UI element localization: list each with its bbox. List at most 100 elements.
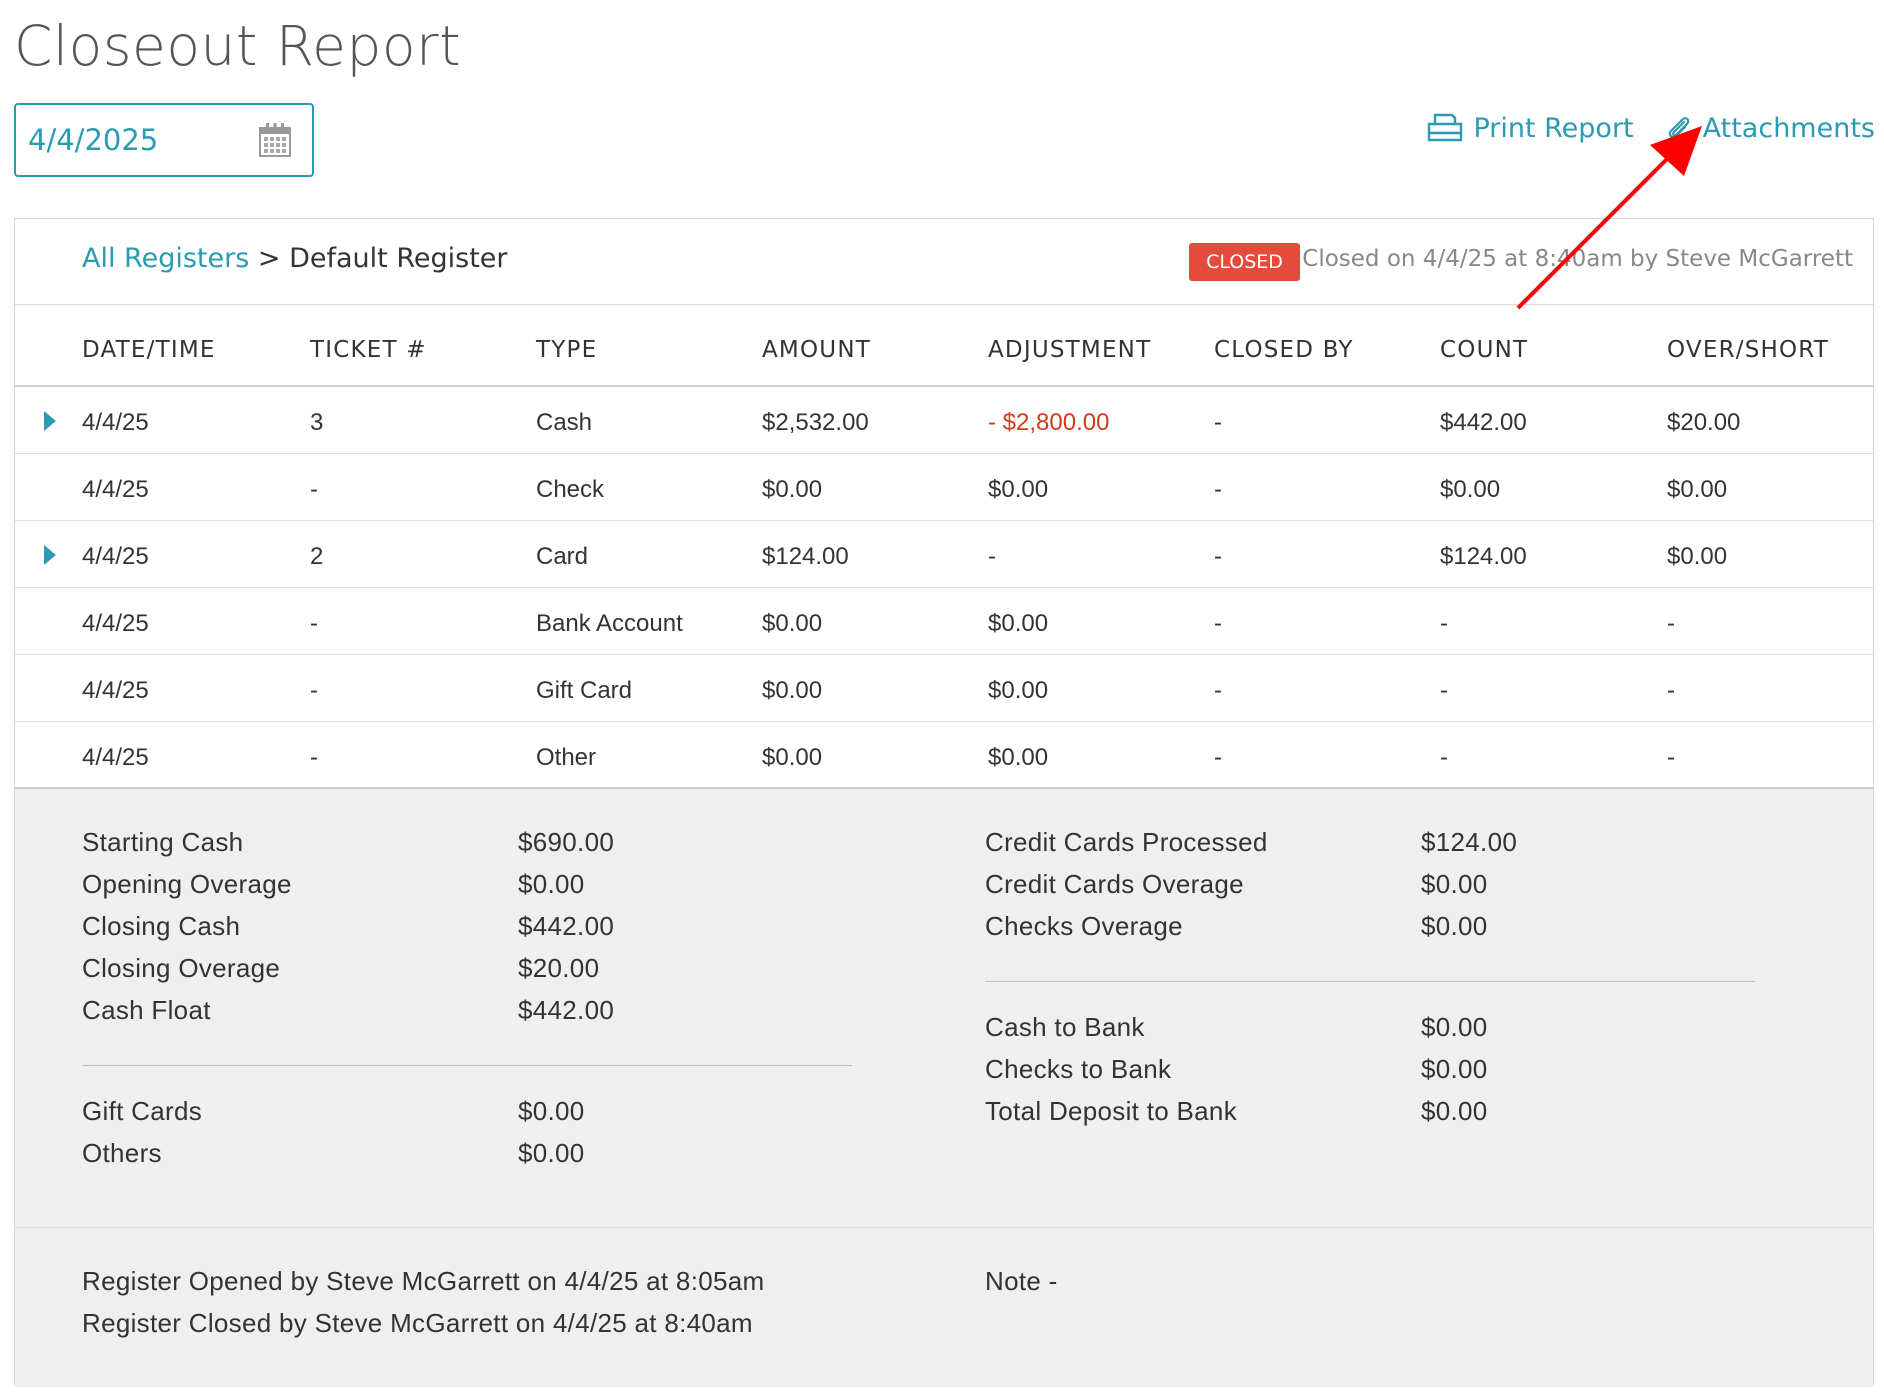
cell-ticket: - — [310, 677, 318, 704]
column-header-datetime[interactable]: DATE/TIME — [82, 337, 216, 363]
summary-label: Cash to Bank — [985, 1012, 1145, 1042]
cell-amount: $124.00 — [762, 543, 849, 570]
summary-label: Credit Cards Overage — [985, 869, 1244, 899]
table-row: 4/4/25 - Bank Account $0.00 $0.00 - - - — [15, 588, 1873, 655]
closed-info: Closed on 4/4/25 at 8:40am by Steve McGa… — [1302, 246, 1853, 272]
cell-adjustment: $0.00 — [988, 610, 1049, 637]
summary-label: Others — [82, 1138, 162, 1168]
attachments-label[interactable]: Attachments — [1703, 113, 1875, 144]
summary-line: Starting Cash $690.00 — [82, 827, 852, 869]
cell-type: Other — [536, 744, 597, 771]
cell-ticket: 3 — [310, 409, 324, 436]
paperclip-icon — [1664, 113, 1694, 143]
cell-type: Check — [536, 476, 605, 503]
caret-right-icon[interactable] — [44, 545, 56, 565]
cell-amount: $0.00 — [762, 677, 823, 704]
column-header-amount[interactable]: AMOUNT — [762, 337, 871, 363]
register-activity: Register Opened by Steve McGarrett on 4/… — [82, 1266, 764, 1350]
cell-type: Bank Account — [536, 610, 683, 637]
summary-line: Credit Cards Overage $0.00 — [985, 869, 1755, 911]
summary-right: Credit Cards Processed $124.00 Credit Card… — [985, 827, 1755, 1138]
table-row[interactable]: 4/4/25 2 Card $124.00 - - $124.00 $0.00 — [15, 521, 1873, 588]
summary-value: $20.00 — [518, 953, 600, 983]
cell-closed-by: - — [1214, 409, 1222, 436]
column-header-adjustment[interactable]: ADJUSTMENT — [988, 337, 1151, 363]
cell-datetime: 4/4/25 — [82, 610, 149, 637]
print-report-link[interactable]: Print Report — [1426, 112, 1634, 144]
summary-value: $0.00 — [1421, 1096, 1488, 1126]
column-header-ticket[interactable]: TICKET # — [310, 337, 427, 363]
summary-line: Checks to Bank $0.00 — [985, 1054, 1755, 1096]
summary-line: Credit Cards Processed $124.00 — [985, 827, 1755, 869]
summary-label: Closing Cash — [82, 911, 241, 941]
register-header: All Registers > Default Register CLOSED … — [15, 219, 1873, 305]
summary-label: Cash Float — [82, 995, 211, 1025]
summary-left: Starting Cash $690.00 Opening Overage $0.00… — [82, 827, 852, 1180]
table-row[interactable]: 4/4/25 3 Cash $2,532.00 - $2,800.00 - $442.00 $… — [15, 387, 1873, 454]
caret-right-icon[interactable] — [44, 411, 56, 431]
status-badge: CLOSED — [1189, 243, 1300, 281]
cell-datetime: 4/4/25 — [82, 744, 149, 771]
cell-amount: $2,532.00 — [762, 409, 869, 436]
date-value[interactable]: 4/4/2025 — [28, 123, 158, 157]
breadcrumb-separator: > — [257, 243, 281, 274]
cell-ticket: 2 — [310, 543, 324, 570]
print-report-label[interactable]: Print Report — [1473, 113, 1633, 144]
column-header-over-short[interactable]: OVER/SHORT — [1667, 337, 1829, 363]
cell-closed-by: - — [1214, 677, 1222, 704]
summary-value: $0.00 — [1421, 911, 1488, 941]
note-text: Note - — [985, 1266, 1058, 1296]
report-actions: Print Report Attachments — [1426, 112, 1875, 144]
cell-closed-by: - — [1214, 476, 1222, 503]
cell-datetime: 4/4/25 — [82, 543, 149, 570]
breadcrumb-current: Default Register — [289, 243, 508, 274]
breadcrumb: All Registers > Default Register — [82, 243, 508, 274]
summary-value: $0.00 — [518, 1138, 585, 1168]
breadcrumb-all-registers-link[interactable]: All Registers — [82, 243, 249, 274]
cell-adjustment: $0.00 — [988, 476, 1049, 503]
register-panel: All Registers > Default Register CLOSED … — [14, 218, 1874, 1387]
column-header-type[interactable]: TYPE — [536, 337, 597, 363]
summary-label: Closing Overage — [82, 953, 281, 983]
summary-value: $442.00 — [518, 911, 615, 941]
column-header-closed-by[interactable]: CLOSED BY — [1214, 337, 1354, 363]
column-header-count[interactable]: COUNT — [1440, 337, 1528, 363]
summary-label: Gift Cards — [82, 1096, 203, 1126]
calendar-icon[interactable] — [258, 122, 292, 158]
cell-ticket: - — [310, 744, 318, 771]
cell-ticket: - — [310, 610, 318, 637]
cell-datetime: 4/4/25 — [82, 476, 149, 503]
cell-over-short: $0.00 — [1667, 543, 1728, 570]
cell-type: Card — [536, 543, 589, 570]
cell-over-short: - — [1667, 610, 1675, 637]
summary-label: Total Deposit to Bank — [985, 1096, 1237, 1126]
cell-type: Gift Card — [536, 677, 633, 704]
cell-count: - — [1440, 610, 1448, 637]
date-picker-input[interactable]: 4/4/2025 — [14, 103, 314, 177]
register-footer: Register Opened by Steve McGarrett on 4/… — [15, 1227, 1873, 1387]
cell-adjustment: - $2,800.00 — [988, 409, 1110, 436]
table-body: 4/4/25 3 Cash $2,532.00 - $2,800.00 - $442.00 $… — [15, 387, 1873, 789]
summary-value: $0.00 — [1421, 869, 1488, 899]
cell-datetime: 4/4/25 — [82, 409, 149, 436]
cell-adjustment: $0.00 — [988, 677, 1049, 704]
cell-count: - — [1440, 744, 1448, 771]
cell-closed-by: - — [1214, 744, 1222, 771]
attachments-link[interactable]: Attachments — [1664, 113, 1875, 144]
cell-closed-by: - — [1214, 610, 1222, 637]
cell-count: $124.00 — [1440, 543, 1527, 570]
summary-line: Gift Cards $0.00 — [82, 1096, 852, 1138]
cell-adjustment: - — [988, 543, 996, 570]
summary-line: Closing Cash $442.00 — [82, 911, 852, 953]
cell-count: - — [1440, 677, 1448, 704]
cell-over-short: - — [1667, 677, 1675, 704]
summary-line: Cash to Bank $0.00 — [985, 1012, 1755, 1054]
cell-datetime: 4/4/25 — [82, 677, 149, 704]
summary-section: Starting Cash $690.00 Opening Overage $0.00… — [15, 787, 1873, 1387]
page-title: Closeout Report — [14, 14, 462, 78]
printer-icon — [1426, 112, 1464, 144]
cell-type: Cash — [536, 409, 593, 436]
summary-value: $690.00 — [518, 827, 615, 857]
summary-label: Checks to Bank — [985, 1054, 1172, 1084]
cell-ticket: - — [310, 476, 318, 503]
